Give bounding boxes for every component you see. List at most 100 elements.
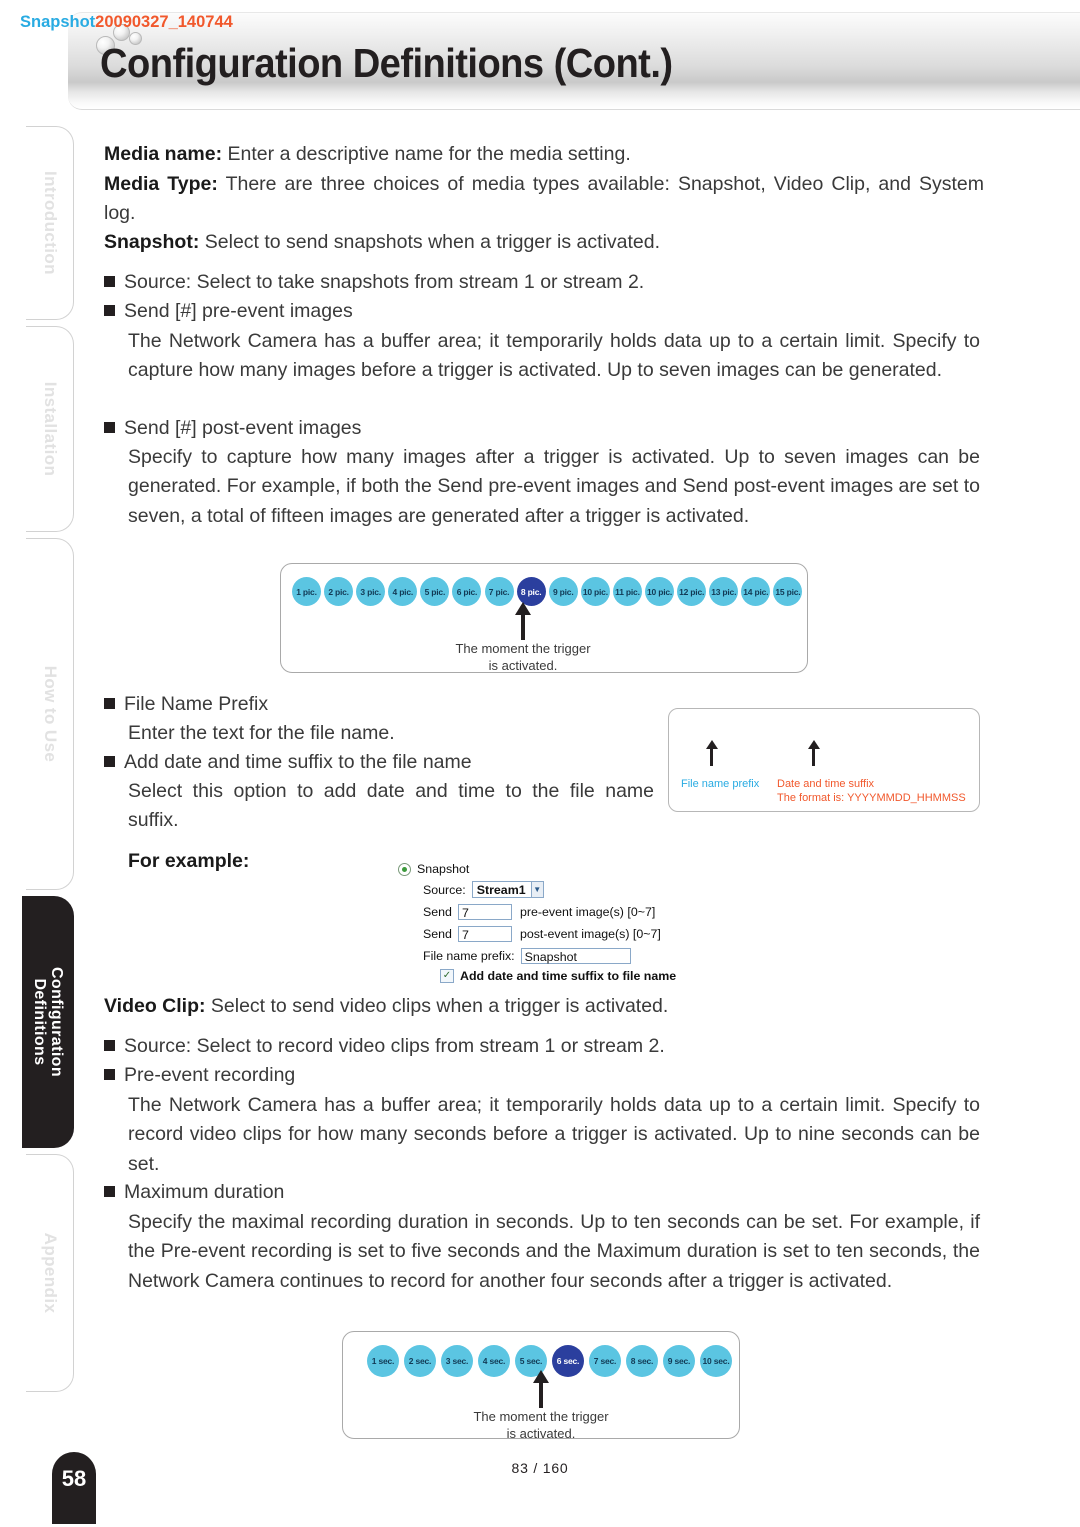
video-clip-text: Select to send video clips when a trigge…	[205, 995, 669, 1017]
bubble-item: 11 pic.	[612, 577, 642, 606]
media-name-label: Media name:	[104, 143, 223, 165]
source-select[interactable]: Stream1 ▼	[471, 881, 544, 898]
maximum-duration-body: Specify the maximal recording duration i…	[128, 1211, 980, 1292]
send-unit: pre-event image(s) [0~7]	[519, 905, 656, 919]
bullet-text: Maximum duration	[124, 1181, 285, 1203]
bullet-text: File Name Prefix	[124, 693, 269, 715]
media-type-label: Media Type:	[104, 173, 218, 195]
bubble-item: 4 sec.	[478, 1345, 510, 1377]
media-name-text: Enter a descriptive name for the media s…	[222, 143, 631, 165]
bubble-item: 1 sec.	[367, 1345, 399, 1377]
callout-suffix: 20090327_140744	[95, 13, 233, 31]
square-bullet-icon	[104, 1186, 115, 1197]
footer-page-numbers: 83 / 160	[511, 1460, 569, 1476]
radio-button-icon[interactable]	[398, 862, 411, 876]
callout-label-prefix: File name prefix	[681, 778, 760, 790]
square-bullet-icon	[104, 305, 115, 316]
bubble-item: 6 sec.	[552, 1345, 584, 1377]
source-label: Source:	[423, 882, 466, 897]
trigger-caption-seconds: The moment the trigger is activated.	[473, 1409, 609, 1441]
file-name-prefix-input[interactable]: Snapshot	[520, 948, 631, 964]
bubble-item: 3 sec.	[441, 1345, 473, 1377]
bubble-item: 2 pic.	[324, 577, 354, 606]
file-name-prefix-label: File name prefix:	[423, 949, 515, 963]
for-example-label: For example:	[128, 850, 250, 872]
bubble-item: 13 pic.	[709, 577, 739, 606]
callout-filename-text: Snapshot20090327_140744	[20, 13, 233, 32]
square-bullet-icon	[104, 422, 115, 433]
media-name-paragraph: Media name: Enter a descriptive name for…	[104, 140, 984, 169]
checkbox-checked-icon[interactable]: ✓	[440, 969, 454, 983]
media-type-text: There are three choices of media types a…	[104, 173, 985, 225]
bubble-item: 8 sec.	[626, 1345, 658, 1377]
send-post-event-body: Specify to capture how many images after…	[128, 446, 980, 527]
bullet-source-snapshot: Source: Select to take snapshots from st…	[104, 268, 984, 297]
video-clip-paragraph: Video Clip: Select to send video clips w…	[104, 992, 984, 1021]
bullet-source-video-clip: Source: Select to record video clips fro…	[104, 1032, 665, 1061]
bubble-item: 9 pic.	[548, 577, 578, 606]
send-label: Send	[423, 927, 452, 941]
bubble-item: 10 pic.	[580, 577, 610, 606]
callout-prefix: Snapshot	[20, 13, 96, 31]
bullet-add-date-time-suffix: Add date and time suffix to the file nam…	[104, 748, 472, 777]
bullet-pre-event-recording: Pre-event recording	[104, 1061, 295, 1090]
picture-bubble-row: 1 pic. 2 pic. 3 pic. 4 pic. 5 pic. 6 pic. 7 pi…	[292, 577, 803, 606]
bullet-text: Send [#] post-event images	[124, 417, 362, 439]
trigger-caption-pictures: The moment the trigger is activated.	[455, 641, 591, 673]
snapshot-text: Select to send snapshots when a trigger …	[199, 231, 661, 253]
bubble-item: 10 sec.	[700, 1345, 732, 1377]
bullet-send-post-event: Send [#] post-event images	[104, 414, 984, 443]
bullet-send-pre-event: Send [#] pre-event images	[104, 297, 984, 326]
bubble-item: 1 pic.	[292, 577, 321, 606]
send-unit: post-event image(s) [0~7]	[519, 927, 661, 941]
bubble-item: 15 pic.	[773, 577, 803, 606]
video-clip-label: Video Clip:	[104, 995, 206, 1017]
bubble-item: 2 sec.	[404, 1345, 436, 1377]
bullet-text: Add date and time suffix to the file nam…	[124, 751, 472, 773]
add-date-time-suffix-body: Select this option to add date and time …	[128, 780, 654, 832]
square-bullet-icon	[104, 276, 115, 287]
checkbox-label: Add date and time suffix to file name	[460, 969, 677, 983]
send-pre-event-body: The Network Camera has a buffer area; it…	[128, 330, 980, 382]
bubble-item: 6 pic.	[452, 577, 482, 606]
bullet-text: Pre-event recording	[124, 1064, 296, 1086]
form-add-suffix-row[interactable]: ✓ Add date and time suffix to file name	[440, 969, 676, 983]
pre-event-recording-body: The Network Camera has a buffer area; it…	[128, 1094, 980, 1175]
form-file-name-prefix-row: File name prefix: Snapshot	[423, 948, 631, 964]
send-label: Send	[423, 905, 452, 919]
bubble-item: 4 pic.	[388, 577, 418, 606]
post-event-count-input[interactable]: 7	[457, 926, 512, 942]
bullet-file-name-prefix: File Name Prefix	[104, 690, 268, 719]
media-type-paragraph: Media Type: There are three choices of m…	[104, 170, 984, 229]
bullet-text: Source: Select to record video clips fro…	[124, 1035, 665, 1057]
bubble-item: 10 pic.	[645, 577, 675, 606]
square-bullet-icon	[104, 1069, 115, 1080]
bullet-maximum-duration: Maximum duration	[104, 1178, 284, 1207]
radio-label: Snapshot	[417, 862, 470, 876]
bubble-item: 12 pic.	[677, 577, 707, 606]
bubble-item: 5 pic.	[420, 577, 450, 606]
bubble-item: 7 pic.	[484, 577, 514, 606]
bubble-item: 9 sec.	[663, 1345, 695, 1377]
form-radio-snapshot[interactable]: Snapshot	[398, 862, 469, 876]
bubble-item: 7 sec.	[589, 1345, 621, 1377]
source-select-value: Stream1	[476, 882, 526, 897]
bullet-text: Source: Select to take snapshots from st…	[124, 271, 645, 293]
bubble-item: 14 pic.	[741, 577, 771, 606]
form-send-pre-event-row: Send 7 pre-event image(s) [0~7]	[423, 904, 655, 920]
callout-label-suffix: Date and time suffix The format is: YYYYM…	[777, 778, 966, 804]
pre-event-count-input[interactable]: 7	[457, 904, 512, 920]
square-bullet-icon	[104, 698, 115, 709]
snapshot-paragraph: Snapshot: Select to send snapshots when …	[104, 228, 984, 257]
file-name-prefix-body: Enter the text for the file name.	[128, 722, 395, 744]
chevron-down-icon[interactable]: ▼	[530, 882, 543, 897]
snapshot-label: Snapshot:	[104, 231, 200, 253]
form-source-row: Source: Stream1 ▼	[423, 881, 544, 898]
bullet-text: Send [#] pre-event images	[124, 300, 353, 322]
snapshot-settings-form: Snapshot Source: Stream1 ▼ Send 7 pre-ev…	[398, 862, 678, 983]
seconds-bubble-row: 1 sec. 2 sec. 3 sec. 4 sec. 5 sec. 6 sec. 7 se…	[367, 1345, 732, 1377]
form-send-post-event-row: Send 7 post-event image(s) [0~7]	[423, 926, 661, 942]
bubble-item: 3 pic.	[356, 577, 386, 606]
square-bullet-icon	[104, 1040, 115, 1051]
square-bullet-icon	[104, 756, 115, 767]
